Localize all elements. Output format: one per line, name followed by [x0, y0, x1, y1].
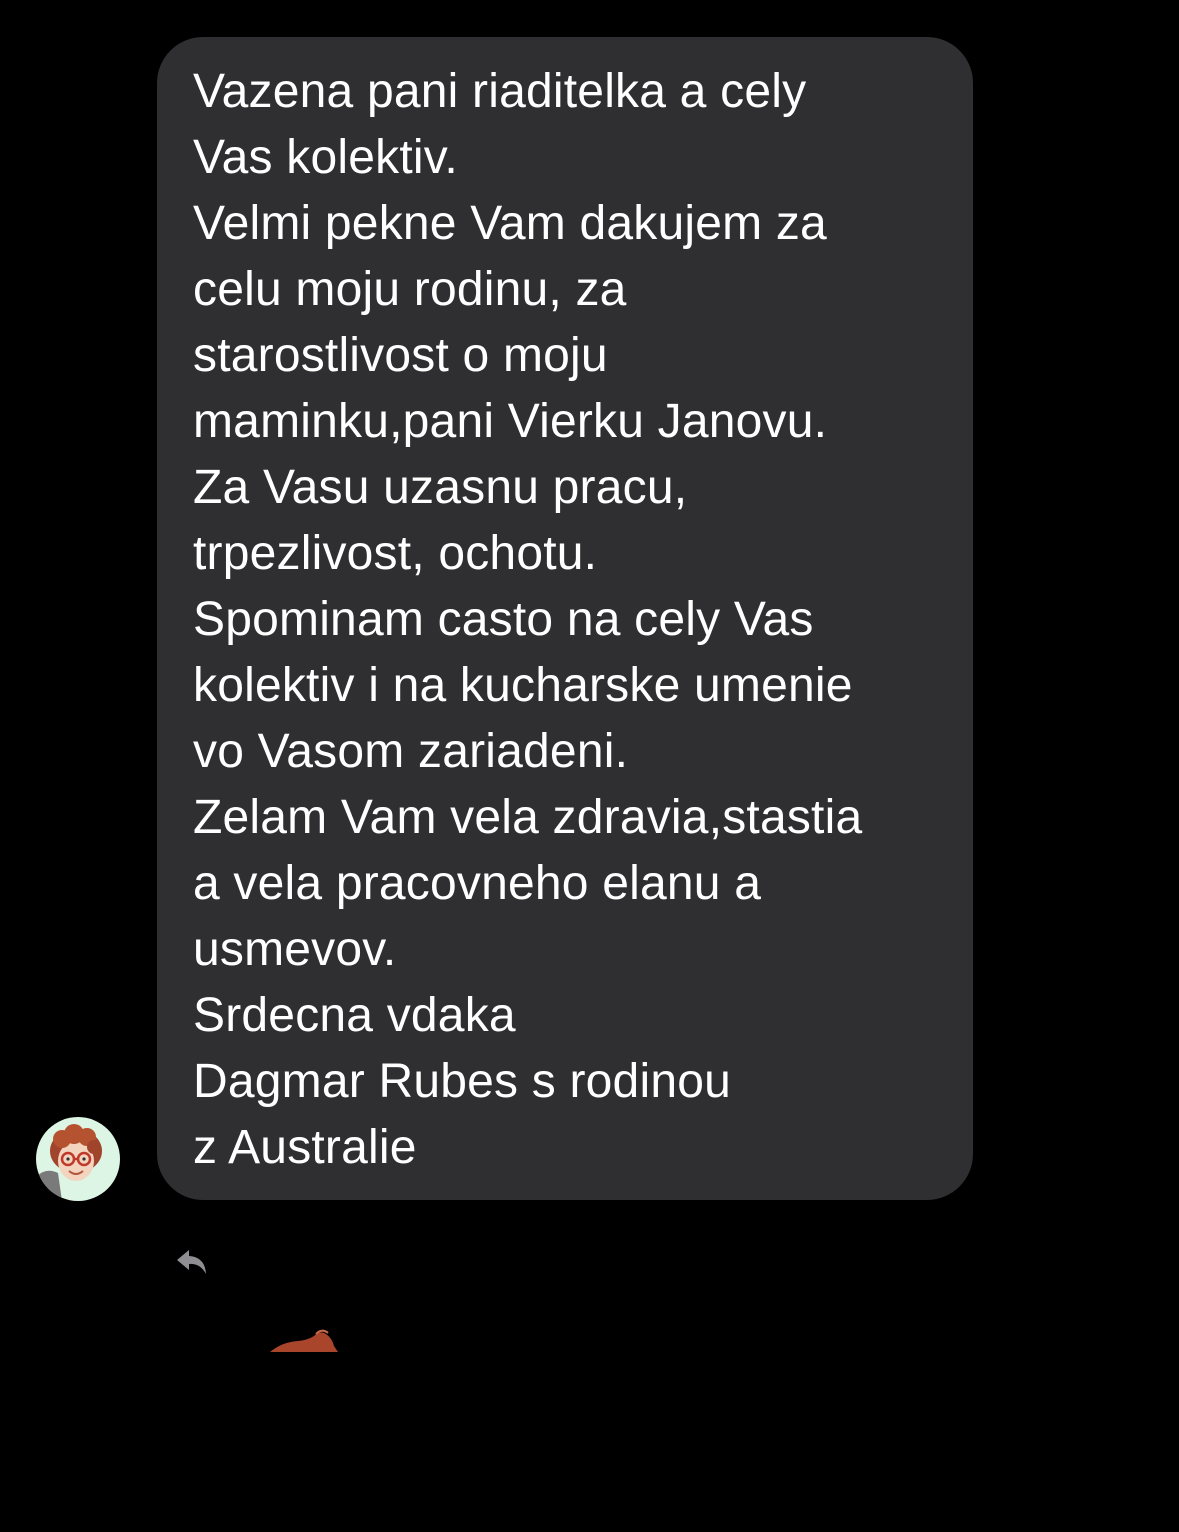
message-line: maminku,pani Vierku Janovu.	[193, 395, 828, 448]
message-line: Spominam casto na cely Vas	[193, 593, 814, 646]
sender-avatar[interactable]	[36, 1117, 120, 1201]
message-line: Zelam Vam vela zdravia,stastia	[193, 791, 863, 844]
message-line: z Australie	[193, 1121, 417, 1174]
message-line: vo Vasom zariadeni.	[193, 725, 629, 778]
message-line: Dagmar Rubes s rodinou	[193, 1055, 732, 1108]
message-line: Velmi pekne Vam dakujem za	[193, 197, 827, 250]
message-bubble[interactable]: Vazena pani riaditelka a cely Vas kolekt…	[157, 37, 973, 1200]
message-line: Vazena pani riaditelka a cely	[193, 65, 807, 118]
message-line: usmevov.	[193, 923, 397, 976]
message-line: Srdecna vdaka	[193, 989, 516, 1042]
message-line: Vas kolektiv.	[193, 131, 458, 184]
message-line: celu moju rodinu, za	[193, 263, 627, 316]
reply-arrow-icon[interactable]	[173, 1246, 211, 1278]
message-line: a vela pracovneho elanu a	[193, 857, 762, 910]
partial-sticker-icon	[268, 1328, 340, 1352]
message-line: starostlivost o moju	[193, 329, 608, 382]
message-line: trpezlivost, ochotu.	[193, 527, 598, 580]
message-line: Za Vasu uzasnu pracu,	[193, 461, 688, 514]
cartoon-avatar-icon	[36, 1124, 102, 1201]
chat-thread: Vazena pani riaditelka a cely Vas kolekt…	[0, 0, 1179, 1532]
message-line: kolektiv i na kucharske umenie	[193, 659, 853, 712]
